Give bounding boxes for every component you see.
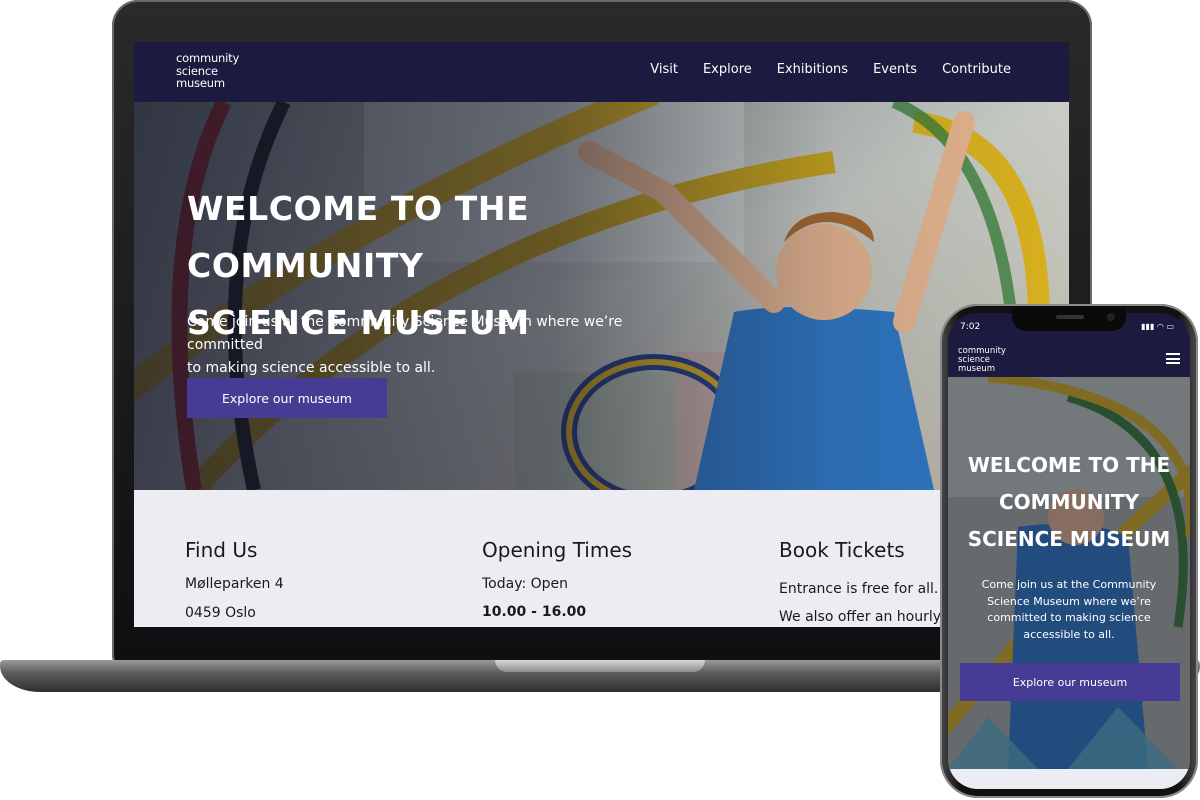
- nav-item-visit[interactable]: Visit: [650, 62, 678, 77]
- book-tickets-heading: Book Tickets: [779, 538, 905, 562]
- wifi-icon: ◠: [1156, 322, 1164, 331]
- desktop-site: community science museum Visit Explore E…: [134, 42, 1069, 627]
- site-logo[interactable]: community science museum: [176, 52, 239, 90]
- hamburger-menu-icon[interactable]: [1166, 353, 1180, 364]
- opening-hours: 10.00 - 16.00: [482, 604, 587, 620]
- mobile-explore-museum-button[interactable]: Explore our museum: [960, 663, 1180, 701]
- phone-speaker: [1056, 315, 1084, 319]
- ticket-info-line-2: We also offer an hourly g: [779, 609, 955, 625]
- nav-item-events[interactable]: Events: [873, 62, 917, 77]
- nav-links: Visit Explore Exhibitions Events Contrib…: [625, 62, 1011, 77]
- book-tickets-column: Book Tickets Entrance is free for all. W…: [779, 538, 954, 625]
- nav-item-exhibitions[interactable]: Exhibitions: [777, 62, 848, 77]
- today-status: Today: Open: [482, 576, 569, 592]
- mobile-nav: community science museum: [948, 337, 1190, 377]
- phone-camera: [1107, 313, 1115, 321]
- hero-description: Come join us at the Community Science Mu…: [187, 314, 623, 376]
- status-icons: ▮▮▮ ◠ ▭: [1141, 322, 1174, 331]
- find-us-heading: Find Us: [185, 538, 258, 562]
- info-section: Find Us Mølleparken 4 0459 Oslo Opening …: [134, 490, 1069, 627]
- nav-item-explore[interactable]: Explore: [703, 62, 752, 77]
- top-nav: community science museum Visit Explore E…: [134, 42, 1069, 102]
- mobile-logo[interactable]: community science museum: [958, 347, 1006, 374]
- mobile-hero-title: WELCOME TO THE COMMUNITY SCIENCE MUSEUM: [967, 453, 1171, 551]
- mobile-bottom-strip: [948, 769, 1190, 789]
- battery-icon: ▭: [1166, 322, 1174, 331]
- ticket-info-line: Entrance is free for all.: [779, 581, 939, 597]
- status-time: 7:02: [960, 322, 981, 332]
- postcode-line: 0459 Oslo: [185, 605, 256, 621]
- mobile-hero: WELCOME TO THE COMMUNITY SCIENCE MUSEUM …: [948, 377, 1190, 769]
- laptop-notch: [495, 660, 705, 672]
- opening-times-column: Opening Times Today: Open 10.00 - 16.00: [482, 538, 632, 620]
- find-us-column: Find Us Mølleparken 4 0459 Oslo: [185, 538, 284, 621]
- signal-icon: ▮▮▮: [1141, 322, 1155, 331]
- hero-section: WELCOME TO THE COMMUNITY SCIENCE MUSEUM …: [134, 102, 1069, 490]
- mobile-hero-description: Come join us at the Community Science Mu…: [981, 578, 1157, 641]
- mobile-hero-overlay: [948, 377, 1190, 769]
- address-line: Mølleparken 4: [185, 576, 284, 592]
- mobile-site: 7:02 ▮▮▮ ◠ ▭ community science museum WE…: [948, 313, 1190, 789]
- opening-times-heading: Opening Times: [482, 538, 633, 562]
- nav-item-contribute[interactable]: Contribute: [942, 62, 1011, 77]
- explore-museum-button[interactable]: Explore our museum: [187, 378, 387, 418]
